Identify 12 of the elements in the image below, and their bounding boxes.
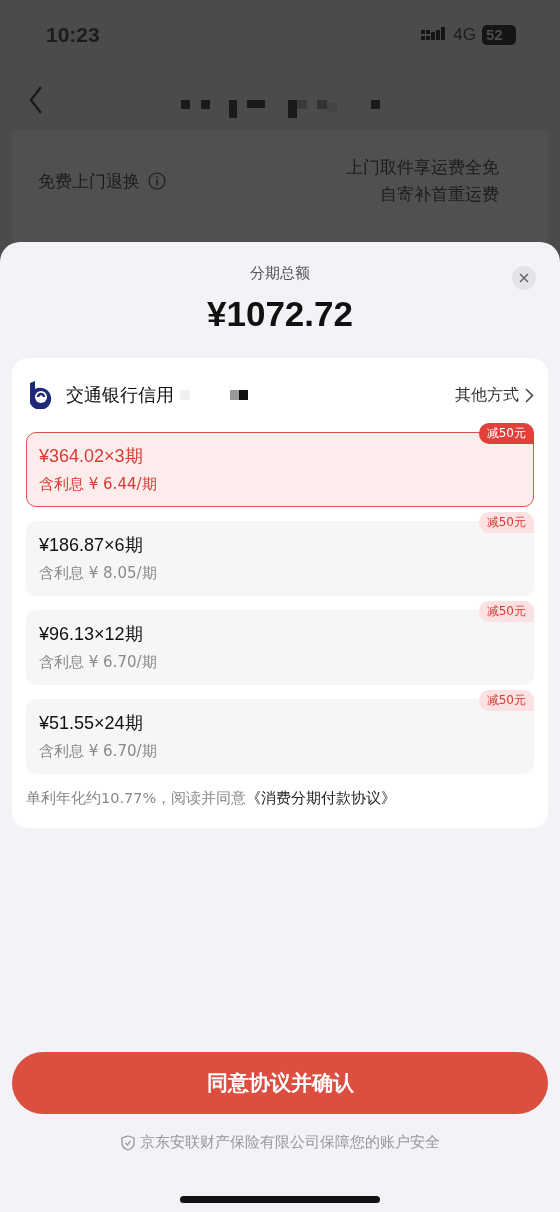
discount-badge: 减50元 bbox=[478, 423, 534, 444]
discount-badge: 减50元 bbox=[478, 601, 534, 622]
discount-badge: 减50元 bbox=[478, 512, 534, 533]
confirm-button[interactable]: 同意协议并确认 bbox=[12, 1052, 548, 1114]
sheet-title: 分期总额 bbox=[250, 264, 310, 284]
other-methods-link[interactable]: 其他方式 bbox=[455, 384, 534, 406]
total-amount: ¥1072.72 bbox=[207, 294, 353, 334]
rate-note: 单利年化约10.77%，阅读并同意《消费分期付款协议》 bbox=[26, 789, 398, 808]
agreement-link[interactable]: 《消费分期付款协议》 bbox=[246, 790, 397, 806]
security-note: 京东安联财产保险有限公司保障您的账户安全 bbox=[139, 1133, 440, 1152]
bank-card-name: 交通银行信用 bbox=[66, 383, 174, 407]
discount-badge: 减50元 bbox=[478, 690, 534, 711]
